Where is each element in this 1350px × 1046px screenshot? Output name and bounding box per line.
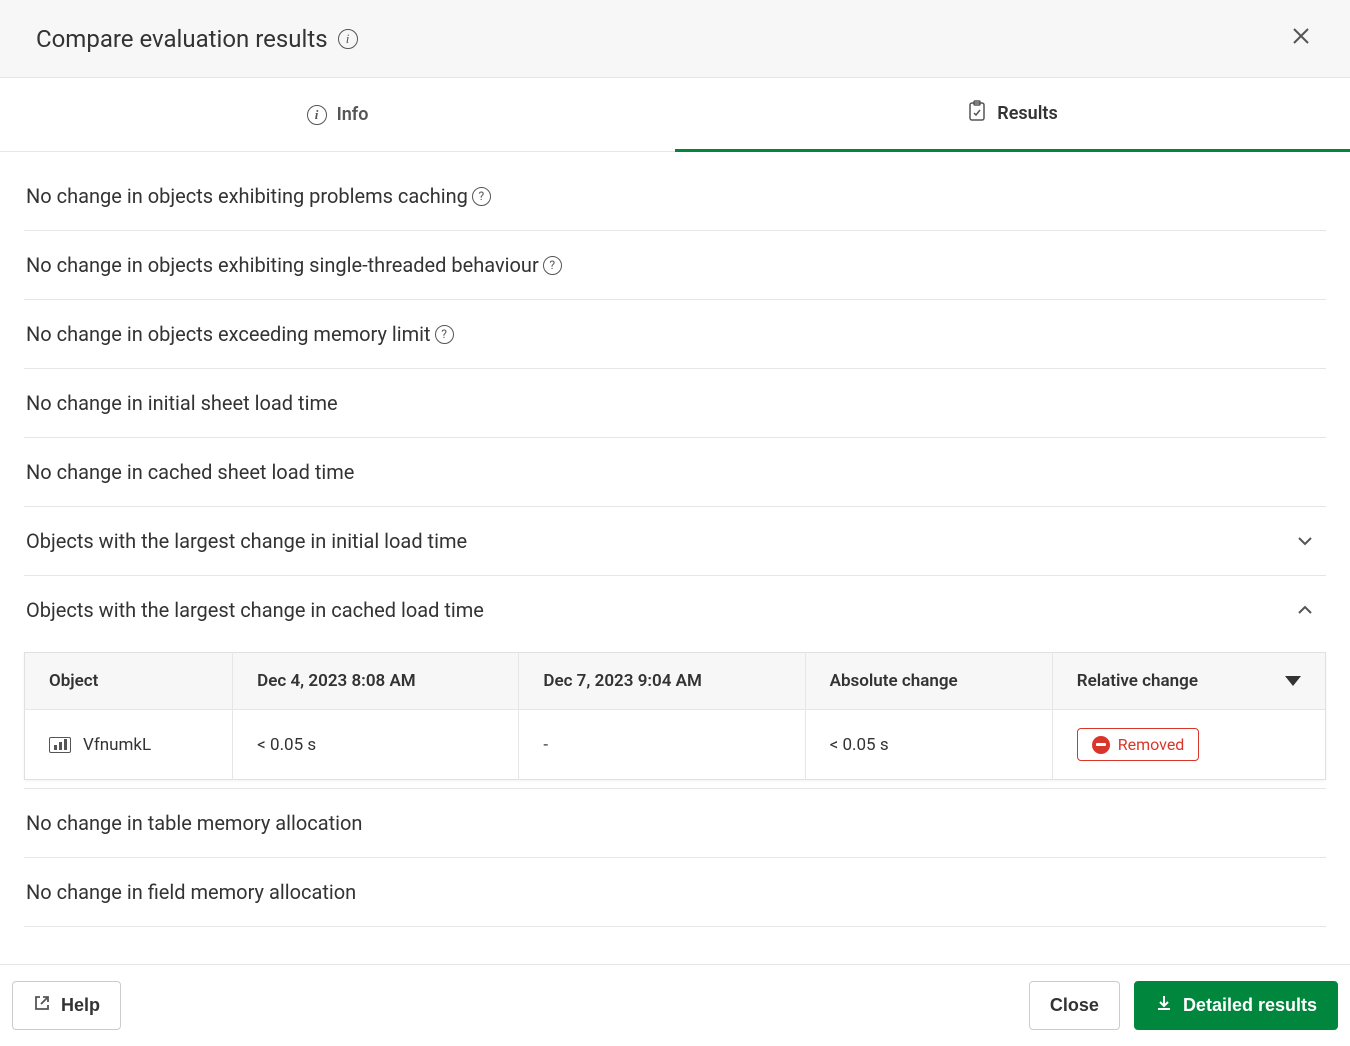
chevron-up-icon bbox=[1294, 599, 1316, 621]
barchart-icon bbox=[49, 737, 71, 753]
th-relative[interactable]: Relative change bbox=[1052, 653, 1325, 710]
dialog-title: Compare evaluation results bbox=[36, 25, 328, 53]
sort-desc-icon bbox=[1285, 676, 1301, 686]
section-cached-sheet: No change in cached sheet load time bbox=[24, 438, 1326, 507]
section-initial-load-objects-label: Objects with the largest change in initi… bbox=[26, 529, 467, 553]
section-cached-load-objects-label: Objects with the largest change in cache… bbox=[26, 598, 484, 622]
section-single-threaded: No change in objects exhibiting single-t… bbox=[24, 231, 1326, 300]
table-header-row: Object Dec 4, 2023 8:08 AM Dec 7, 2023 9… bbox=[25, 653, 1326, 710]
th-relative-label: Relative change bbox=[1077, 671, 1198, 691]
section-field-mem-label: No change in field memory allocation bbox=[26, 880, 356, 904]
table-row: VfnumkL < 0.05 s - < 0.05 s Removed bbox=[25, 710, 1326, 780]
tab-info-label: Info bbox=[337, 104, 369, 125]
cached-load-table: Object Dec 4, 2023 8:08 AM Dec 7, 2023 9… bbox=[24, 652, 1326, 780]
section-memory-limit-label: No change in objects exceeding memory li… bbox=[26, 322, 431, 346]
results-tab-icon bbox=[967, 100, 987, 127]
section-initial-sheet-label: No change in initial sheet load time bbox=[26, 391, 338, 415]
help-icon[interactable]: ? bbox=[543, 256, 562, 275]
external-link-icon bbox=[33, 994, 51, 1017]
th-date1[interactable]: Dec 4, 2023 8:08 AM bbox=[233, 653, 519, 710]
info-tab-icon: i bbox=[307, 105, 327, 125]
section-cached-load-objects[interactable]: Objects with the largest change in cache… bbox=[24, 576, 1326, 644]
help-button-label: Help bbox=[61, 995, 100, 1016]
section-table-mem-label: No change in table memory allocation bbox=[26, 811, 362, 835]
section-initial-load-objects[interactable]: Objects with the largest change in initi… bbox=[24, 507, 1326, 576]
th-object[interactable]: Object bbox=[25, 653, 233, 710]
tab-results-label: Results bbox=[997, 103, 1057, 124]
cell-date1: < 0.05 s bbox=[233, 710, 519, 780]
cell-date2: - bbox=[519, 710, 805, 780]
section-field-mem: No change in field memory allocation bbox=[24, 858, 1326, 927]
section-caching-label: No change in objects exhibiting problems… bbox=[26, 184, 468, 208]
close-icon[interactable] bbox=[1288, 22, 1314, 55]
info-icon[interactable]: i bbox=[338, 29, 358, 49]
help-button[interactable]: Help bbox=[12, 981, 121, 1030]
section-caching: No change in objects exhibiting problems… bbox=[24, 162, 1326, 231]
th-date2[interactable]: Dec 7, 2023 9:04 AM bbox=[519, 653, 805, 710]
dialog-title-wrap: Compare evaluation results i bbox=[36, 25, 358, 53]
tab-results[interactable]: Results bbox=[675, 78, 1350, 152]
help-icon[interactable]: ? bbox=[435, 325, 454, 344]
footer-right: Close Detailed results bbox=[1029, 981, 1338, 1030]
removed-badge-label: Removed bbox=[1118, 735, 1185, 754]
removed-badge: Removed bbox=[1077, 728, 1200, 761]
detailed-results-label: Detailed results bbox=[1183, 995, 1317, 1016]
cell-rel: Removed bbox=[1052, 710, 1325, 780]
tab-info[interactable]: i Info bbox=[0, 78, 675, 151]
section-table-mem: No change in table memory allocation bbox=[24, 788, 1326, 858]
tabs: i Info Results bbox=[0, 78, 1350, 152]
removed-icon bbox=[1092, 736, 1110, 754]
cell-object-label: VfnumkL bbox=[83, 735, 151, 755]
dialog-footer: Help Close Detailed results bbox=[0, 964, 1350, 1046]
content-area: No change in objects exhibiting problems… bbox=[0, 152, 1350, 964]
section-memory-limit: No change in objects exceeding memory li… bbox=[24, 300, 1326, 369]
detailed-results-button[interactable]: Detailed results bbox=[1134, 981, 1338, 1030]
close-button[interactable]: Close bbox=[1029, 981, 1120, 1030]
dialog-header: Compare evaluation results i bbox=[0, 0, 1350, 78]
cell-abs: < 0.05 s bbox=[805, 710, 1052, 780]
section-single-threaded-label: No change in objects exhibiting single-t… bbox=[26, 253, 539, 277]
close-button-label: Close bbox=[1050, 995, 1099, 1016]
chevron-down-icon bbox=[1294, 530, 1316, 552]
th-absolute[interactable]: Absolute change bbox=[805, 653, 1052, 710]
section-initial-sheet: No change in initial sheet load time bbox=[24, 369, 1326, 438]
help-icon[interactable]: ? bbox=[472, 187, 491, 206]
download-icon bbox=[1155, 994, 1173, 1017]
section-cached-sheet-label: No change in cached sheet load time bbox=[26, 460, 354, 484]
cell-object: VfnumkL bbox=[25, 710, 233, 780]
